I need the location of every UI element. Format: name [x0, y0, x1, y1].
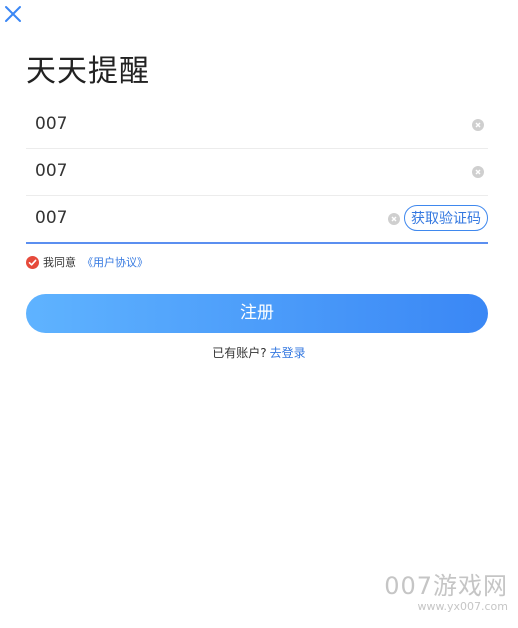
close-button[interactable]	[3, 4, 23, 24]
watermark: 007游戏网 www.yx007.com	[384, 572, 508, 614]
check-icon[interactable]	[26, 255, 39, 269]
verification-code-input[interactable]	[35, 195, 395, 241]
verification-code-row: 获取验证码	[26, 195, 488, 244]
login-row: 已有账户? 去登录	[0, 344, 518, 361]
user-agreement-link[interactable]: 《用户协议》	[82, 254, 148, 270]
password-input[interactable]	[35, 148, 395, 194]
have-account-text: 已有账户?	[212, 346, 267, 360]
username-field-row	[26, 101, 488, 149]
watermark-url: www.yx007.com	[417, 600, 508, 613]
username-input[interactable]	[35, 101, 395, 147]
watermark-brand: 007游戏网	[384, 572, 508, 600]
password-field-row	[26, 148, 488, 196]
register-page: 天天提醒 获取验证码	[0, 0, 518, 628]
clear-icon[interactable]	[388, 213, 400, 225]
agreement-text: 我同意	[43, 256, 76, 269]
page-title: 天天提醒	[26, 54, 150, 89]
register-button[interactable]: 注册	[26, 294, 488, 333]
get-code-button[interactable]: 获取验证码	[404, 205, 488, 231]
login-link[interactable]: 去登录	[270, 346, 306, 360]
close-icon	[5, 6, 21, 22]
clear-icon[interactable]	[472, 119, 484, 131]
clear-icon[interactable]	[472, 166, 484, 178]
agreement-row: 我同意 《用户协议》	[26, 254, 148, 270]
